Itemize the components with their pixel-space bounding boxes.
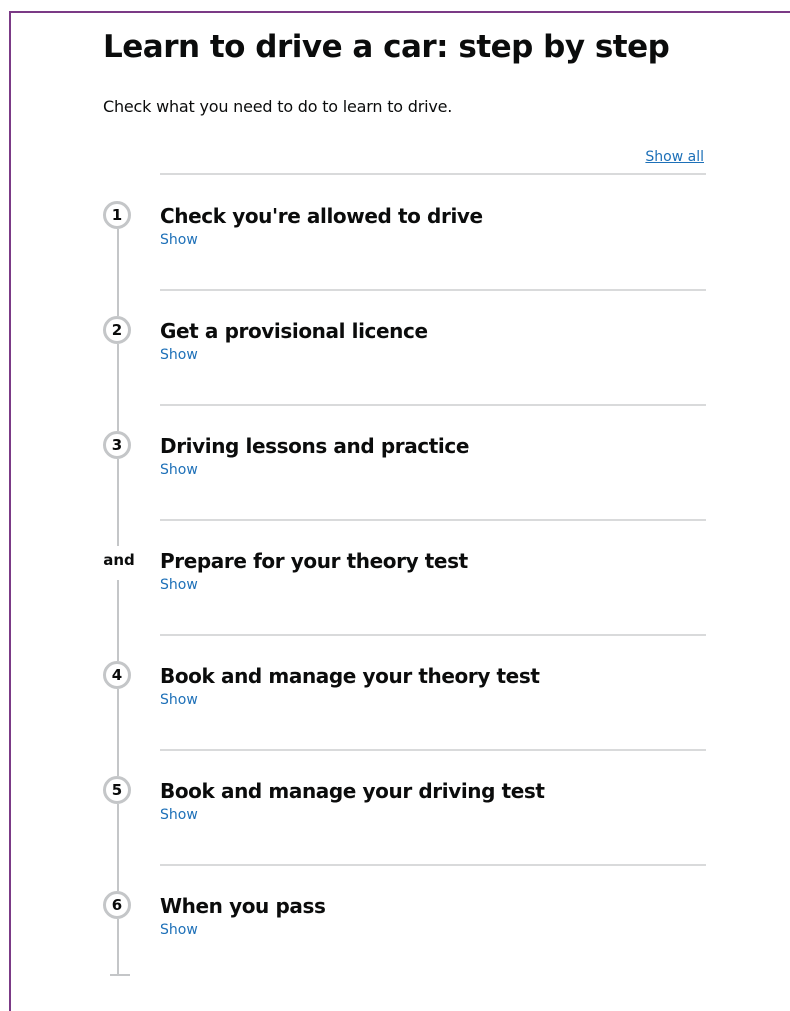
step-connector-line	[117, 405, 119, 431]
step-show-toggle[interactable]: Show	[160, 921, 198, 939]
step-number-marker: 6	[103, 891, 131, 919]
step-show-toggle[interactable]: Show	[160, 231, 198, 249]
step-connector-line	[117, 520, 119, 546]
step-title[interactable]: Book and manage your driving test	[160, 779, 545, 803]
step-connector-line	[117, 344, 119, 405]
step-connector-line	[117, 459, 119, 520]
step-connector-line	[117, 580, 119, 635]
step-title[interactable]: Prepare for your theory test	[160, 549, 468, 573]
step-connector-line	[117, 804, 119, 865]
step-line-end-cap	[110, 974, 130, 976]
step-show-toggle[interactable]: Show	[160, 461, 198, 479]
step-item: and Prepare for your theory test Show	[99, 519, 706, 635]
step-connector-line	[117, 229, 119, 290]
step-item: 2 Get a provisional licence Show	[100, 289, 706, 405]
step-divider	[160, 634, 706, 636]
step-divider	[160, 864, 706, 866]
step-title[interactable]: Driving lessons and practice	[160, 434, 469, 458]
step-show-toggle[interactable]: Show	[160, 576, 198, 594]
step-title[interactable]: Get a provisional licence	[160, 319, 428, 343]
step-item: 3 Driving lessons and practice Show	[100, 404, 706, 520]
step-connector-line	[117, 750, 119, 776]
step-nav: 1 Check you're allowed to drive Show 2 G…	[0, 0, 790, 979]
step-divider	[160, 749, 706, 751]
step-divider	[160, 519, 706, 521]
step-show-toggle[interactable]: Show	[160, 806, 198, 824]
step-item: 5 Book and manage your driving test Show	[100, 749, 706, 865]
step-number-marker: 5	[103, 776, 131, 804]
step-number-marker: 2	[103, 316, 131, 344]
step-show-toggle[interactable]: Show	[160, 691, 198, 709]
step-connector-line	[117, 865, 119, 891]
step-show-toggle[interactable]: Show	[160, 346, 198, 364]
step-title[interactable]: Check you're allowed to drive	[160, 204, 483, 228]
step-item: 6 When you pass Show	[100, 864, 706, 980]
step-connector-line	[117, 635, 119, 661]
step-item: 1 Check you're allowed to drive Show	[100, 175, 706, 290]
step-number-marker: 1	[103, 201, 131, 229]
step-divider	[160, 289, 706, 291]
step-item: 4 Book and manage your theory test Show	[100, 634, 706, 750]
step-number-marker: 3	[103, 431, 131, 459]
step-title[interactable]: Book and manage your theory test	[160, 664, 540, 688]
step-divider	[160, 404, 706, 406]
step-connector-line	[117, 919, 119, 975]
step-number-marker: 4	[103, 661, 131, 689]
step-logic-marker: and	[99, 546, 139, 574]
step-title[interactable]: When you pass	[160, 894, 326, 918]
step-connector-line	[117, 290, 119, 316]
step-connector-line	[117, 689, 119, 750]
